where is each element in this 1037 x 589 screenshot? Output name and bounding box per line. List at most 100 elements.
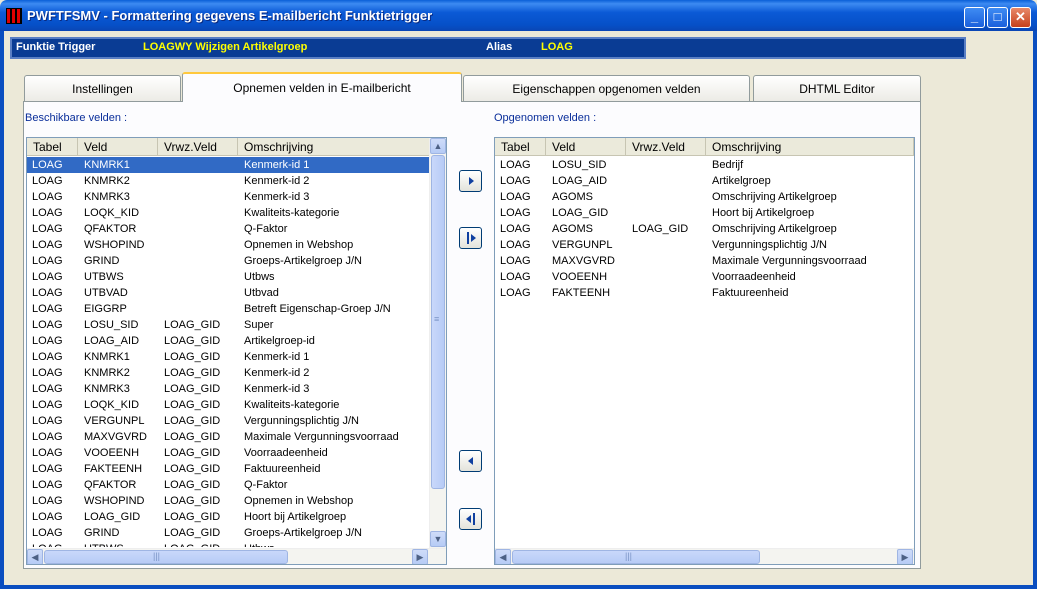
- list-row[interactable]: LOAG QFAKTOR Q-Faktor: [27, 221, 430, 237]
- list-row[interactable]: LOAG KNMRK3 LOAG_GID Kenmerk-id 3: [27, 381, 430, 397]
- list-row[interactable]: LOAG MAXVGVRD LOAG_GID Maximale Vergunnings…: [27, 429, 430, 445]
- column-header-omschrijving[interactable]: Omschrijving: [706, 138, 914, 156]
- list-row[interactable]: LOAG MAXVGVRD Maximale Vergunningsvoorraad: [495, 253, 914, 269]
- cell-tabel: LOAG: [32, 431, 63, 443]
- list-row[interactable]: LOAG LOQK_KID LOAG_GID Kwaliteits-kategorie: [27, 397, 430, 413]
- cell-vrwz-veld: LOAG_GID: [164, 399, 221, 411]
- list-row[interactable]: LOAG VERGUNPL Vergunningsplichtig J/N: [495, 237, 914, 253]
- cell-veld: UTBWS: [79, 541, 159, 547]
- chevron-left-icon: ◀: [31, 552, 39, 562]
- list-row[interactable]: LOAG LOAG_GID Hoort bij Artikelgroep: [495, 205, 914, 221]
- cell-omschrijving: Maximale Vergunningsvoorraad: [244, 431, 399, 443]
- list-row[interactable]: LOAG KNMRK1 Kenmerk-id 1: [27, 157, 430, 173]
- scroll-thumb-horizontal[interactable]: [512, 550, 760, 564]
- list-row[interactable]: LOAG AGOMS LOAG_GID Omschrijving Artikelgro…: [495, 221, 914, 237]
- minimize-button[interactable]: _: [964, 7, 985, 28]
- list-row[interactable]: LOAG KNMRK2 Kenmerk-id 2: [27, 173, 430, 189]
- available-fields-list[interactable]: Tabel Veld Vrwz.Veld Omschrijving LOAG KN…: [26, 137, 447, 565]
- scroll-right-button[interactable]: ▶: [412, 549, 428, 564]
- selected-fields-list[interactable]: Tabel Veld Vrwz.Veld Omschrijving LOAG LO…: [494, 137, 915, 565]
- list-row[interactable]: LOAG QFAKTOR LOAG_GID Q-Faktor: [27, 477, 430, 493]
- cell-tabel: LOAG: [500, 239, 531, 251]
- list-row[interactable]: LOAG LOAG_GID LOAG_GID Hoort bij Artikelgro…: [27, 509, 430, 525]
- scroll-right-button[interactable]: ▶: [897, 549, 913, 564]
- list-row[interactable]: LOAG WSHOPIND Opnemen in Webshop: [27, 237, 430, 253]
- cell-veld: VOOEENH: [84, 447, 140, 459]
- cell-tabel: LOAG: [32, 415, 63, 427]
- cell-veld: LOAG_GID: [84, 511, 141, 523]
- list-row[interactable]: LOAG LOSU_SID Bedrijf: [495, 157, 914, 173]
- list-row[interactable]: LOAG UTBVAD Utbvad: [27, 285, 430, 301]
- remove-all-button[interactable]: [459, 508, 482, 530]
- tab-instellingen[interactable]: Instellingen: [24, 75, 181, 101]
- cell-veld: KNMRK2: [84, 367, 130, 379]
- list-row[interactable]: LOAG KNMRK3 Kenmerk-id 3: [27, 189, 430, 205]
- list-row[interactable]: LOAG LOQK_KID Kwaliteits-kategorie: [27, 205, 430, 221]
- list-row[interactable]: LOAG VOOEENH Voorraadeenheid: [495, 269, 914, 285]
- minimize-icon: _: [970, 9, 979, 24]
- cell-veld: EIGGRP: [84, 303, 127, 315]
- selected-horizontal-scrollbar[interactable]: ◀ ||| ▶: [495, 548, 914, 564]
- cell-tabel: LOAG: [500, 271, 531, 283]
- scroll-left-button[interactable]: ◀: [495, 549, 511, 564]
- tab-eigenschappen[interactable]: Eigenschappen opgenomen velden: [463, 75, 750, 101]
- list-row[interactable]: LOAG WSHOPIND LOAG_GID Opnemen in Webshop: [27, 493, 430, 509]
- list-row[interactable]: LOAG KNMRK2 LOAG_GID Kenmerk-id 2: [27, 365, 430, 381]
- tab-dhtml-editor[interactable]: DHTML Editor: [753, 75, 921, 101]
- cell-tabel: LOAG: [32, 479, 63, 491]
- available-horizontal-scrollbar[interactable]: ◀ ||| ▶: [27, 548, 446, 564]
- cell-omschrijving: Faktuureenheid: [244, 463, 321, 475]
- list-row[interactable]: LOAG GRIND LOAG_GID Groeps-Artikelgroep J/N: [27, 525, 430, 541]
- column-header-veld[interactable]: Veld: [78, 138, 158, 156]
- column-header-vrwz-veld[interactable]: Vrwz.Veld: [158, 138, 238, 156]
- add-all-button[interactable]: [459, 227, 482, 249]
- list-row[interactable]: LOAG EIGGRP Betreft Eigenschap-Groep J/N: [27, 301, 430, 317]
- list-row[interactable]: LOAG VOOEENH LOAG_GID Voorraadeenheid: [27, 445, 430, 461]
- list-row[interactable]: LOAG VERGUNPL LOAG_GID Vergunningsplichtig …: [27, 413, 430, 429]
- cell-omschrijving: Omschrijving Artikelgroep: [712, 223, 837, 235]
- cell-tabel: LOAG: [32, 319, 63, 331]
- column-header-tabel[interactable]: Tabel: [27, 138, 78, 156]
- tab-opnemen-velden[interactable]: Opnemen velden in E-mailbericht: [182, 72, 462, 102]
- scroll-down-button[interactable]: ▼: [430, 531, 446, 547]
- available-vertical-scrollbar[interactable]: ▲ ≡ ▼: [429, 138, 446, 548]
- list-row[interactable]: LOAG AGOMS Omschrijving Artikelgroep: [495, 189, 914, 205]
- cell-tabel: LOAG: [32, 463, 63, 475]
- cell-omschrijving: Q-Faktor: [244, 223, 288, 235]
- list-row[interactable]: LOAG FAKTEENH Faktuureenheid: [495, 285, 914, 301]
- list-row[interactable]: LOAG GRIND Groeps-Artikelgroep J/N: [27, 253, 430, 269]
- list-row[interactable]: LOAG LOSU_SID LOAG_GID Super: [27, 317, 430, 333]
- column-header-veld[interactable]: Veld: [546, 138, 626, 156]
- close-button[interactable]: ✕: [1010, 7, 1031, 28]
- column-header-vrwz-veld[interactable]: Vrwz.Veld: [626, 138, 706, 156]
- scroll-up-button[interactable]: ▲: [430, 138, 446, 154]
- cell-tabel: LOAG: [32, 159, 63, 171]
- cell-omschrijving: Kenmerk-id 2: [244, 175, 310, 187]
- list-row[interactable]: LOAG LOAG_AID LOAG_GID Artikelgroep-id: [27, 333, 430, 349]
- remove-one-button[interactable]: [459, 450, 482, 472]
- column-header-omschrijving[interactable]: Omschrijving: [238, 138, 430, 156]
- selected-fields-label: Opgenomen velden :: [494, 112, 597, 124]
- column-header-tabel[interactable]: Tabel: [495, 138, 546, 156]
- scroll-left-button[interactable]: ◀: [27, 549, 43, 564]
- cell-veld: MAXVGVRD: [552, 255, 615, 267]
- cell-omschrijving: Utbws: [244, 271, 275, 283]
- list-row[interactable]: LOAG FAKTEENH LOAG_GID Faktuureenheid: [27, 461, 430, 477]
- list-row[interactable]: LOAG LOAG_AID Artikelgroep: [495, 173, 914, 189]
- window-frame-bottom: [0, 585, 1037, 589]
- grip-icon: |||: [625, 551, 633, 561]
- maximize-button[interactable]: □: [987, 7, 1008, 28]
- list-row[interactable]: LOAG UTBWS Utbws: [27, 269, 430, 285]
- available-rows: LOAG KNMRK1 Kenmerk-id 1 LOAG KNMRK2 Kenmerk-…: [27, 157, 430, 547]
- list-row[interactable]: LOAGUTBWSLOAG_GIDUtbws: [27, 541, 430, 547]
- cell-tabel: LOAG: [27, 541, 79, 547]
- cell-omschrijving: Vergunningsplichtig J/N: [244, 415, 359, 427]
- cell-omschrijving: Opnemen in Webshop: [244, 495, 354, 507]
- list-row[interactable]: LOAG KNMRK1 LOAG_GID Kenmerk-id 1: [27, 349, 430, 365]
- add-one-button[interactable]: [459, 170, 482, 192]
- maximize-icon: □: [993, 9, 1002, 24]
- cell-veld: LOSU_SID: [552, 159, 607, 171]
- funktie-trigger-value: LOAGWY Wijzigen Artikelgroep: [143, 41, 308, 53]
- cell-vrwz-veld: [159, 157, 239, 173]
- scroll-thumb-horizontal[interactable]: [44, 550, 288, 564]
